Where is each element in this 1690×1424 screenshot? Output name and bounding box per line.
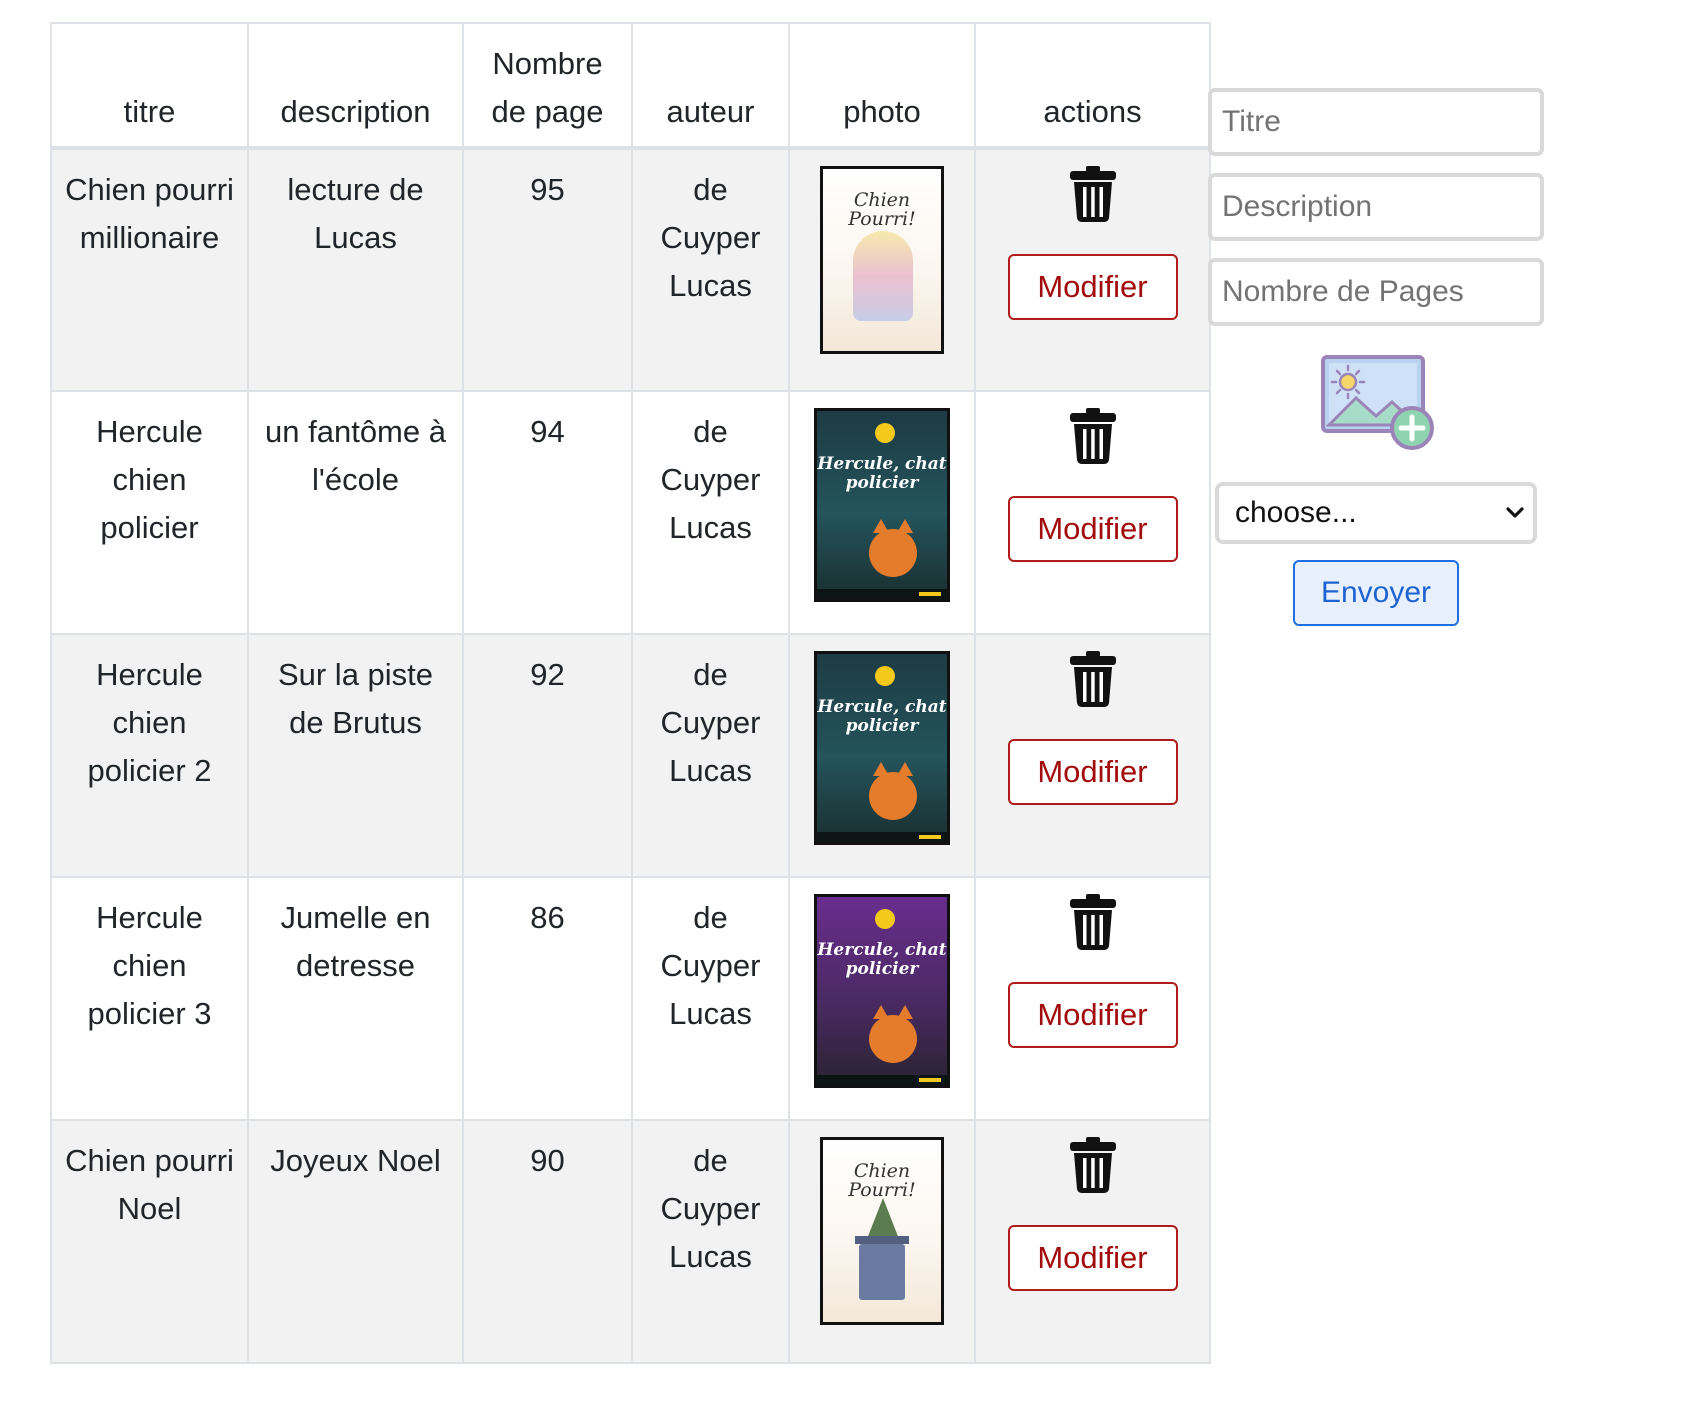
book-cover-image: Chien Pourri! bbox=[820, 166, 944, 354]
category-select[interactable]: choose... bbox=[1215, 482, 1537, 544]
cell-photo: Hercule, chat policier bbox=[788, 633, 976, 878]
table-row: Hercule chien policier un fantôme à l'éc… bbox=[50, 390, 1211, 635]
books-table: titre description Nombre de page auteur … bbox=[50, 22, 1211, 1364]
cover-illustration bbox=[869, 1005, 917, 1063]
book-cover-image: Hercule, chat policier bbox=[814, 408, 950, 602]
cell-titre: Hercule chien policier bbox=[50, 390, 249, 635]
cell-photo: Hercule, chat policier bbox=[788, 876, 976, 1121]
cover-title: Hercule, chat policier bbox=[817, 940, 947, 979]
cover-floor bbox=[817, 832, 947, 842]
cell-description: lecture de Lucas bbox=[247, 147, 464, 392]
description-input[interactable] bbox=[1208, 173, 1544, 241]
cover-badge bbox=[875, 909, 895, 929]
cell-titre: Hercule chien policier 3 bbox=[50, 876, 249, 1121]
book-cover-image: Hercule, chat policier bbox=[814, 894, 950, 1088]
add-book-form: choose... Envoyer bbox=[1208, 88, 1544, 626]
header-photo: photo bbox=[788, 22, 976, 150]
cell-auteur: de Cuyper Lucas bbox=[631, 1119, 790, 1364]
cell-auteur: de Cuyper Lucas bbox=[631, 390, 790, 635]
cover-floor bbox=[817, 1075, 947, 1085]
cover-title: Hercule, chat policier bbox=[817, 697, 947, 736]
envoyer-button[interactable]: Envoyer bbox=[1293, 560, 1459, 626]
cell-description: Jumelle en detresse bbox=[247, 876, 464, 1121]
cell-description: Joyeux Noel bbox=[247, 1119, 464, 1364]
trash-icon[interactable] bbox=[1069, 894, 1117, 950]
cell-photo: Chien Pourri! bbox=[788, 147, 976, 392]
page: titre description Nombre de page auteur … bbox=[0, 0, 1690, 1424]
cell-pages: 94 bbox=[462, 390, 633, 635]
cell-actions: Modifier bbox=[974, 633, 1211, 878]
cover-floor bbox=[817, 589, 947, 599]
table-row: Chien pourri Noel Joyeux Noel 90 de Cuyp… bbox=[50, 1119, 1211, 1364]
cover-illustration bbox=[869, 762, 917, 820]
cell-pages: 95 bbox=[462, 147, 633, 392]
cell-pages: 92 bbox=[462, 633, 633, 878]
cell-description: un fantôme à l'école bbox=[247, 390, 464, 635]
header-titre: titre bbox=[50, 22, 249, 150]
cell-photo: Chien Pourri! bbox=[788, 1119, 976, 1364]
cell-auteur: de Cuyper Lucas bbox=[631, 147, 790, 392]
cover-title: Chien Pourri! bbox=[848, 1160, 916, 1201]
trash-icon[interactable] bbox=[1069, 166, 1117, 222]
cell-pages: 90 bbox=[462, 1119, 633, 1364]
cell-pages: 86 bbox=[462, 876, 633, 1121]
cover-title: Chien Pourri! bbox=[848, 189, 916, 230]
book-cover-image: Hercule, chat policier bbox=[814, 651, 950, 845]
table-row: Chien pourri millionaire lecture de Luca… bbox=[50, 147, 1211, 392]
cover-badge bbox=[875, 666, 895, 686]
book-cover-image: Chien Pourri! bbox=[820, 1137, 944, 1325]
header-actions: actions bbox=[974, 22, 1211, 150]
cell-photo: Hercule, chat policier bbox=[788, 390, 976, 635]
nombre-de-pages-input[interactable] bbox=[1208, 258, 1544, 326]
trash-icon[interactable] bbox=[1069, 651, 1117, 707]
modifier-button[interactable]: Modifier bbox=[1007, 496, 1178, 562]
table-header: titre description Nombre de page auteur … bbox=[50, 22, 1211, 150]
titre-input[interactable] bbox=[1208, 88, 1544, 156]
header-nombre-de-page: Nombre de page bbox=[462, 22, 633, 150]
modifier-button[interactable]: Modifier bbox=[1007, 739, 1178, 805]
header-description: description bbox=[247, 22, 464, 150]
cell-actions: Modifier bbox=[974, 876, 1211, 1121]
modifier-button[interactable]: Modifier bbox=[1007, 1225, 1178, 1291]
cell-actions: Modifier bbox=[974, 1119, 1211, 1364]
cover-title: Hercule, chat policier bbox=[817, 454, 947, 493]
cell-auteur: de Cuyper Lucas bbox=[631, 876, 790, 1121]
modifier-button[interactable]: Modifier bbox=[1007, 254, 1178, 320]
cover-badge bbox=[875, 423, 895, 443]
cell-actions: Modifier bbox=[974, 147, 1211, 392]
cover-illustration bbox=[869, 519, 917, 577]
cell-titre: Chien pourri millionaire bbox=[50, 147, 249, 392]
table-row: Hercule chien policier 3 Jumelle en detr… bbox=[50, 876, 1211, 1121]
cover-illustration bbox=[853, 231, 913, 321]
cover-illustration bbox=[855, 1236, 909, 1300]
header-nombre-line1: Nombre bbox=[492, 46, 603, 81]
cell-titre: Chien pourri Noel bbox=[50, 1119, 249, 1364]
cell-auteur: de Cuyper Lucas bbox=[631, 633, 790, 878]
image-add-icon[interactable] bbox=[1320, 354, 1438, 454]
cell-description: Sur la piste de Brutus bbox=[247, 633, 464, 878]
header-nombre-line2: de page bbox=[491, 94, 604, 129]
cell-actions: Modifier bbox=[974, 390, 1211, 635]
cell-titre: Hercule chien policier 2 bbox=[50, 633, 249, 878]
trash-icon[interactable] bbox=[1069, 408, 1117, 464]
select-value: choose... bbox=[1235, 496, 1357, 529]
table-row: Hercule chien policier 2 Sur la piste de… bbox=[50, 633, 1211, 878]
header-auteur: auteur bbox=[631, 22, 790, 150]
trash-icon[interactable] bbox=[1069, 1137, 1117, 1193]
chevron-down-icon bbox=[1506, 507, 1524, 518]
modifier-button[interactable]: Modifier bbox=[1007, 982, 1178, 1048]
